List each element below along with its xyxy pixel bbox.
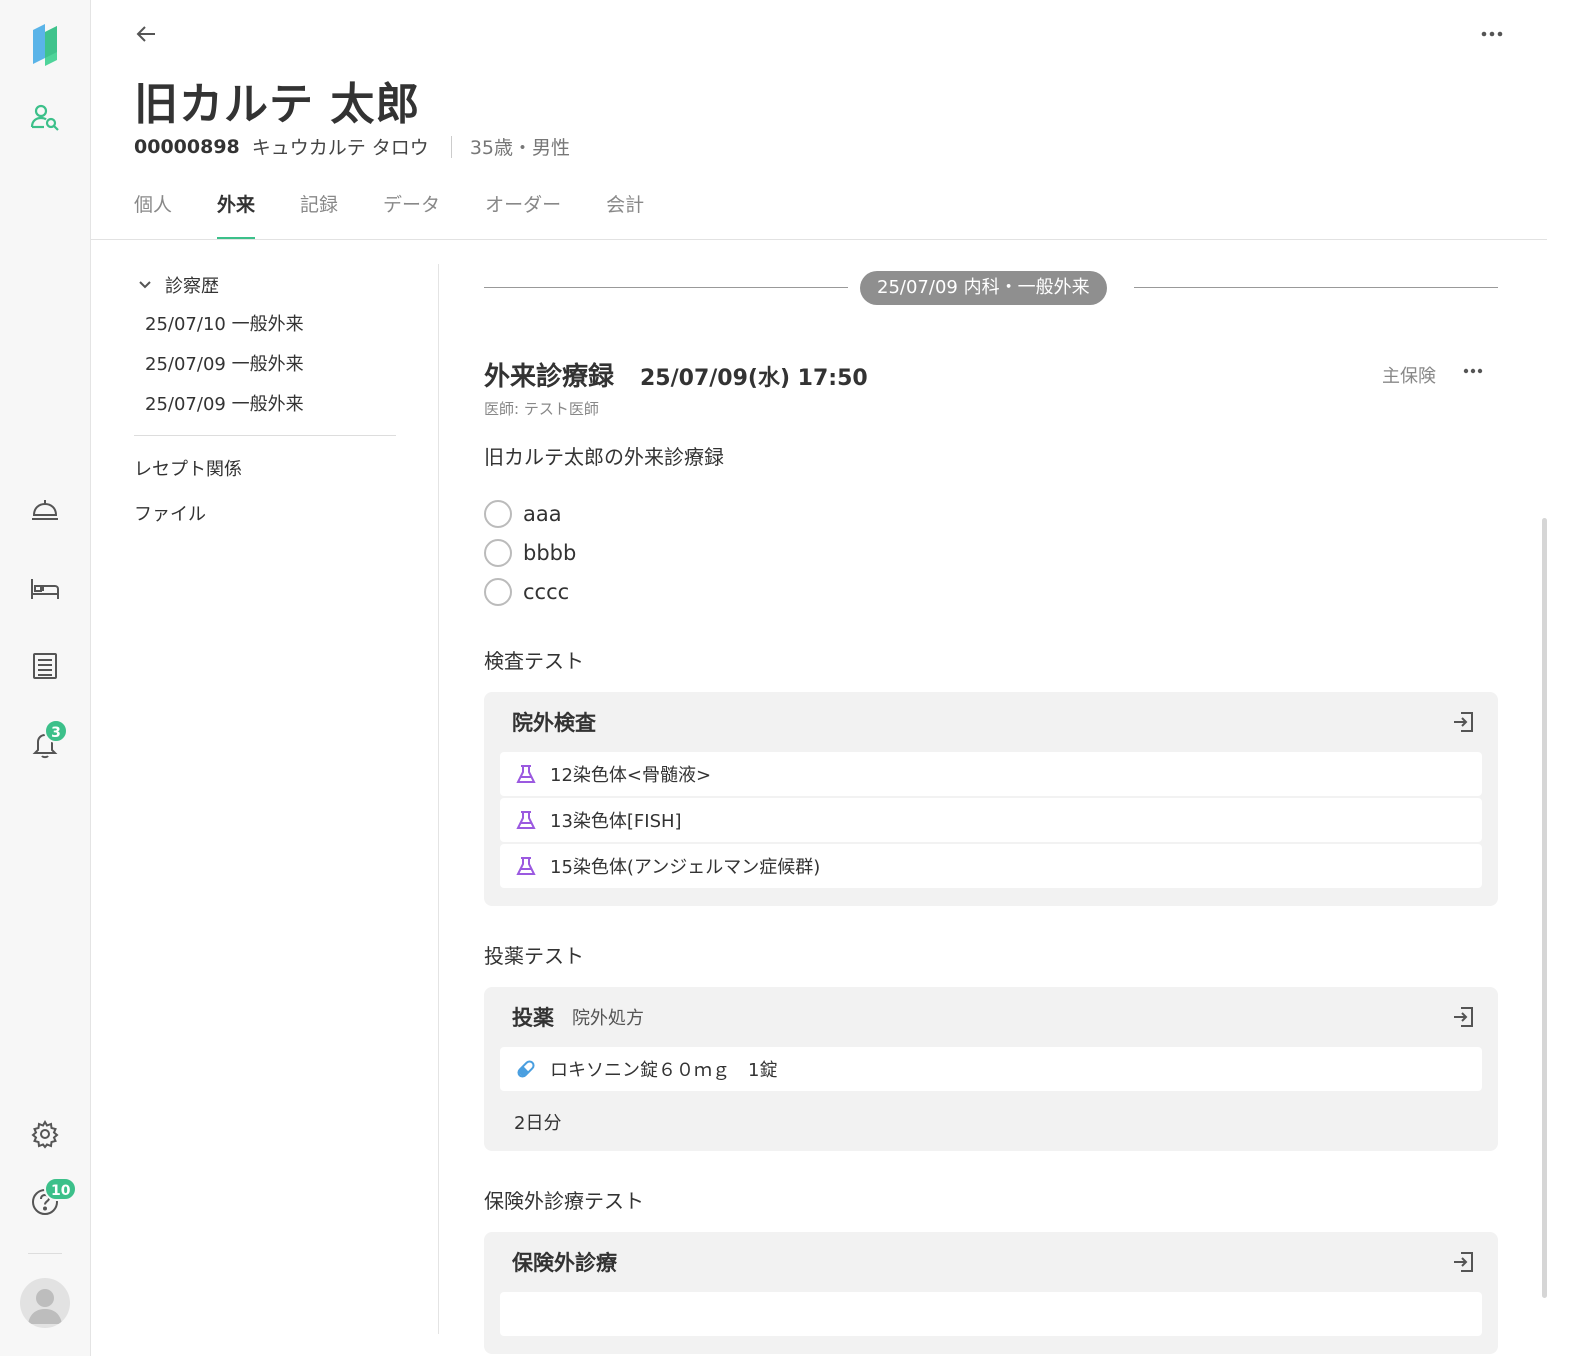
tab-billing[interactable]: 会計 [606,190,644,240]
exam-item[interactable]: 12染色体<骨髄液> [500,752,1482,796]
record-datetime: 25/07/09(水) 17:50 [640,366,868,391]
visit-history-toggle[interactable]: 診察歴 [134,265,396,305]
tab-personal[interactable]: 個人 [134,190,172,240]
radio-button[interactable] [484,577,512,606]
tab-orders[interactable]: オーダー [485,190,561,240]
list-document-icon[interactable] [25,646,65,686]
med-item[interactable]: ロキソニン錠６０ｍｇ 1錠 [500,1047,1482,1091]
med-days: 2日分 [514,1113,562,1134]
exam-card: 院外検査 12染色体<骨髄液> 13染色体[FISH] 15染色体(アンジェルマ… [484,692,1498,906]
flask-icon [514,854,538,878]
nav-divider [134,435,396,436]
exam-item-label: 15染色体(アンジェルマン症候群) [550,857,821,878]
med-item-label: ロキソニン錠６０ｍｇ 1錠 [550,1060,778,1081]
panel-divider [438,264,439,1334]
help-count-badge: 10 [44,1177,78,1201]
med-section-title: 投薬テスト [484,944,584,968]
med-card-title: 投薬 [512,1006,554,1030]
reception-bell-icon[interactable] [25,490,65,530]
separator-line-right [1134,287,1498,288]
export-icon[interactable] [1450,709,1476,735]
user-avatar[interactable] [20,1278,70,1328]
app-logo-icon[interactable] [25,24,65,66]
settings-gear-icon[interactable] [25,1114,65,1154]
visit-item[interactable]: 25/07/09 一般外来 [134,385,396,425]
header-more-icon[interactable] [1472,20,1512,48]
export-icon[interactable] [1450,1004,1476,1030]
self-pay-card: 保険外診療 [484,1232,1498,1354]
radio-button[interactable] [484,499,512,528]
self-pay-card-header: 保険外診療 [500,1232,1482,1292]
pill-icon [514,1057,538,1081]
tab-records[interactable]: 記録 [300,190,338,240]
notification-count-badge: 3 [44,719,68,743]
rail-divider [28,1253,62,1254]
option-label: bbbb [523,540,577,565]
patient-id: 00000898 [134,135,240,158]
visit-date-pill: 25/07/09 内科・一般外来 [860,271,1107,305]
tabs-divider [91,239,1547,240]
record-panel: 25/07/09 内科・一般外来 外来診療録 25/07/09(水) 17:50… [484,264,1498,1354]
chevron-down-icon [134,280,156,290]
exam-card-title: 院外検査 [512,711,596,735]
visit-item[interactable]: 25/07/09 一般外来 [134,345,396,385]
option-group: aaa bbbb cccc [484,494,1498,611]
option-row[interactable]: cccc [484,572,1498,611]
med-card: 投薬 院外処方 ロキソニン錠６０ｍｇ 1錠 2日分 [484,987,1498,1151]
patient-search-icon[interactable] [25,98,65,138]
med-card-header: 投薬 院外処方 [500,987,1482,1047]
files-link[interactable]: ファイル [134,499,396,544]
back-arrow-icon[interactable] [130,18,162,50]
insurance-label[interactable]: 主保険 [1382,362,1436,388]
exam-item[interactable]: 13染色体[FISH] [500,798,1482,842]
date-separator: 25/07/09 内科・一般外来 [484,264,1498,312]
exam-item[interactable]: 15染色体(アンジェルマン症候群) [500,844,1482,888]
flask-icon [514,808,538,832]
tab-data[interactable]: データ [383,190,440,240]
export-icon[interactable] [1450,1249,1476,1275]
record-more-icon[interactable] [1458,358,1488,384]
separator-line-left [484,287,848,288]
exam-item-label: 12染色体<骨髄液> [550,765,712,786]
exam-section-title: 検査テスト [484,649,584,673]
record-title: 外来診療録 [484,362,615,392]
self-pay-item[interactable] [500,1292,1482,1336]
patient-name: 旧カルテ 太郎 [134,79,421,130]
option-row[interactable]: bbbb [484,533,1498,572]
left-rail: 3 10 [0,0,91,1356]
patient-tabs: 個人 外来 記録 データ オーダー 会計 [134,190,689,240]
self-pay-card-title: 保険外診療 [512,1251,617,1275]
visit-history-nav: 診察歴 25/07/10 一般外来 25/07/09 一般外来 25/07/09… [134,265,396,544]
scrollbar[interactable] [1542,518,1547,1298]
exam-card-header: 院外検査 [500,692,1482,752]
med-card-subtitle: 院外処方 [572,1008,644,1029]
tab-outpatient[interactable]: 外来 [217,190,256,240]
visit-item[interactable]: 25/07/10 一般外来 [134,305,396,345]
option-row[interactable]: aaa [484,494,1498,533]
flask-icon [514,762,538,786]
self-pay-section-title: 保険外診療テスト [484,1189,644,1213]
patient-kana: キュウカルテ タロウ [251,137,429,159]
visit-history-label: 診察歴 [165,276,219,297]
record-note: 旧カルテ太郎の外来診療録 [484,445,724,469]
record-header: 外来診療録 25/07/09(水) 17:50 主保険 [484,356,1498,406]
option-label: aaa [523,501,562,526]
receipt-link[interactable]: レセプト関係 [134,454,396,499]
radio-button[interactable] [484,538,512,567]
patient-age-sex: 35歳・男性 [469,137,570,159]
bed-icon[interactable] [25,568,65,608]
exam-item-label: 13染色体[FISH] [550,811,682,832]
info-divider [450,135,452,158]
patient-info: 00000898 キュウカルテ タロウ 35歳・男性 [134,133,570,160]
option-label: cccc [523,579,570,604]
